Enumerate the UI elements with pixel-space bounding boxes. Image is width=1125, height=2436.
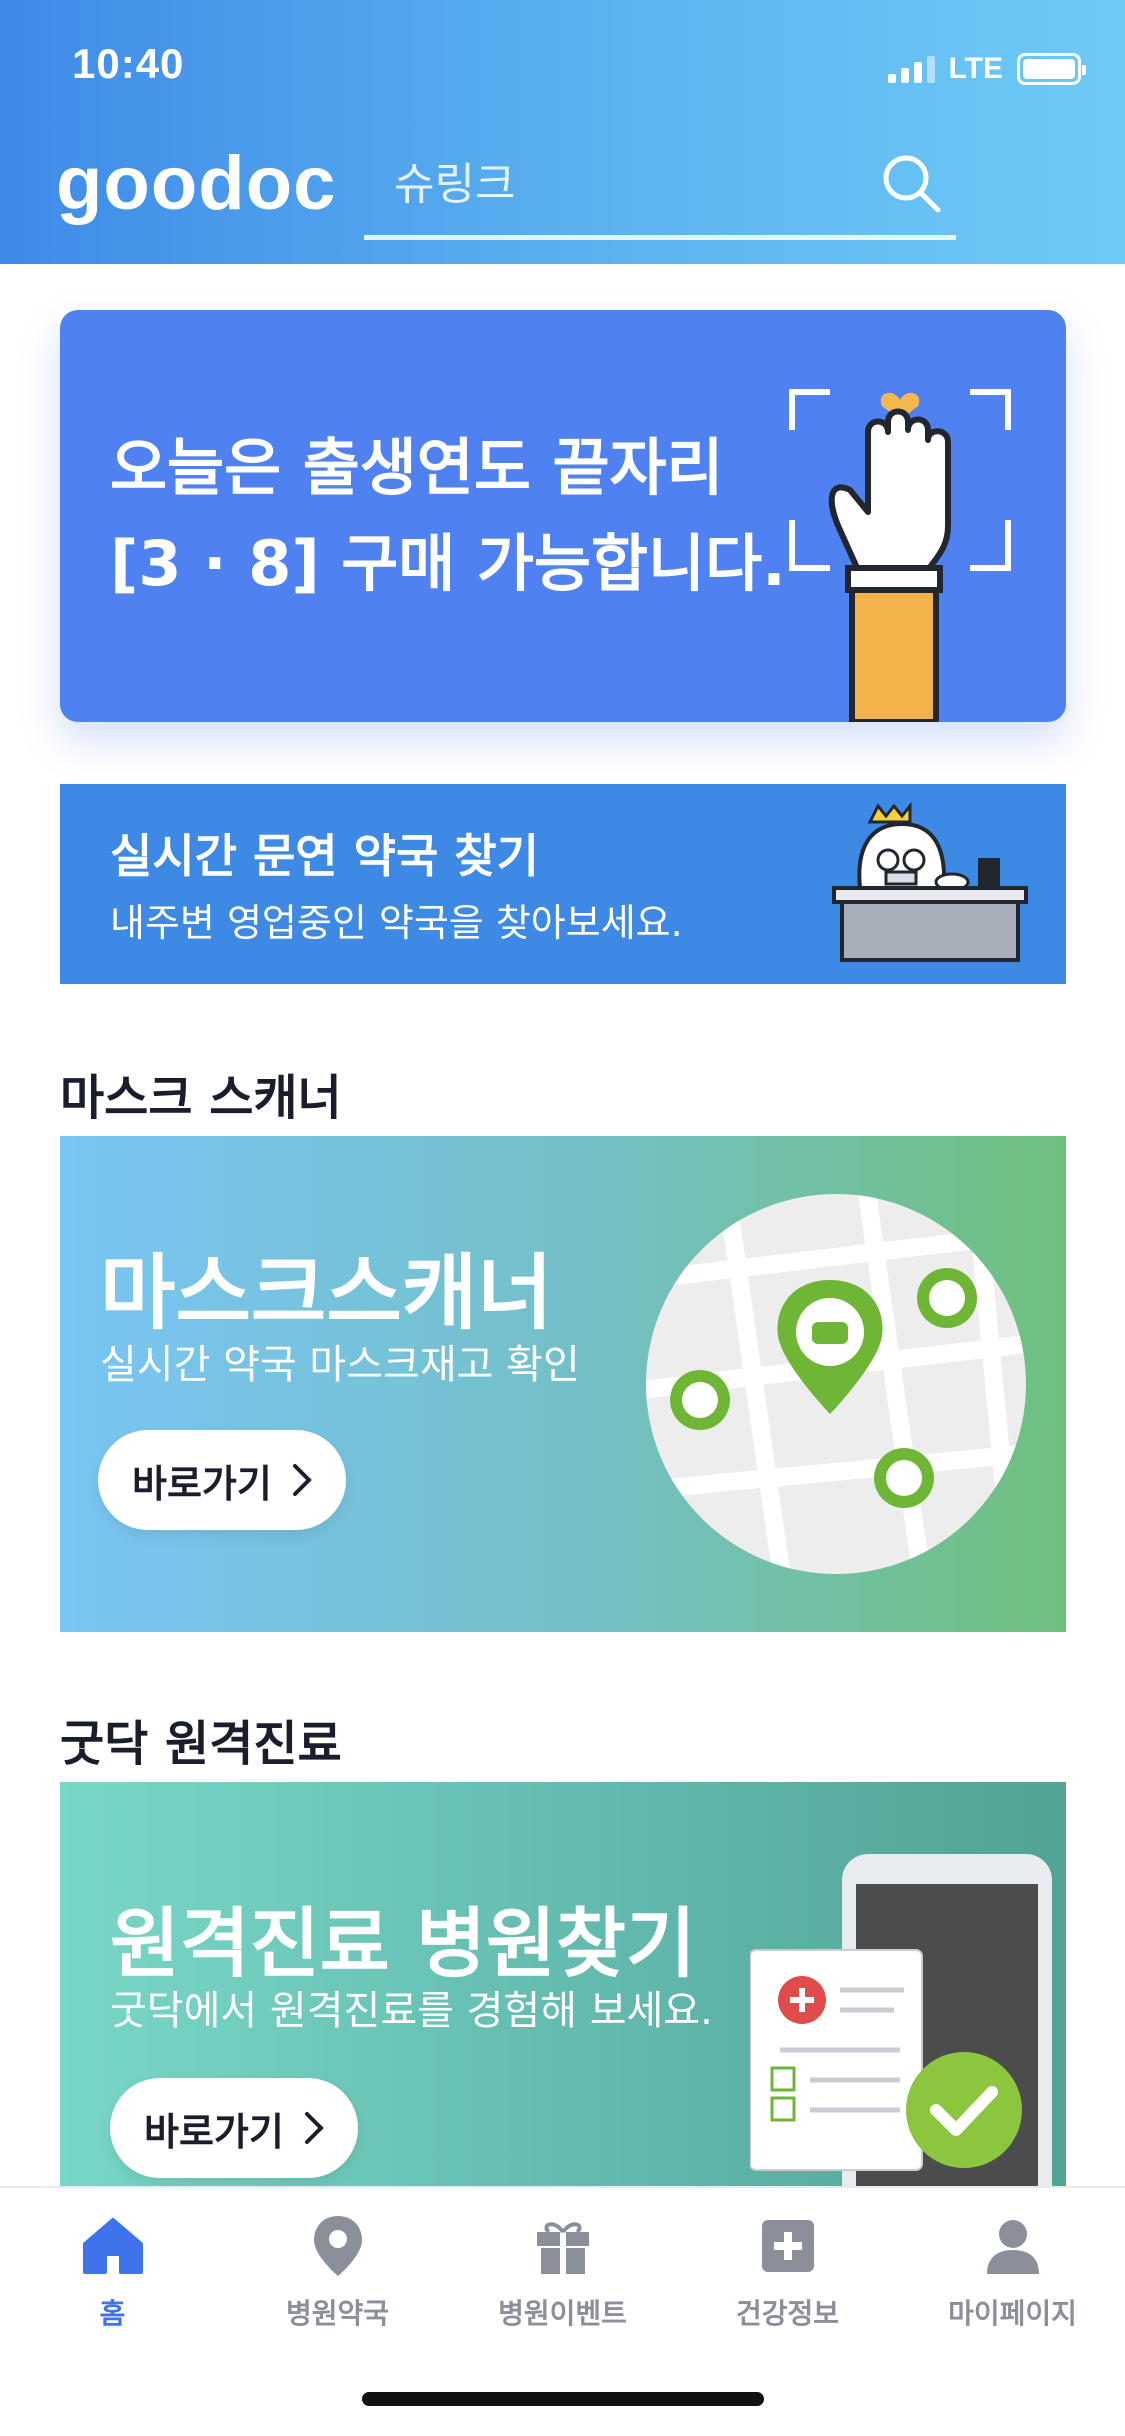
medical-cross-icon [761,2220,814,2272]
header: 10:40 LTE goodoc [0,0,1125,264]
tele-card-title: 원격진료 병원찾기 [110,1899,696,1988]
mask-go-button[interactable]: 바로가기 [98,1430,346,1530]
signal-icon [887,55,935,83]
mask-card-title: 마스크스캐너 [100,1246,553,1341]
app-screen: 10:40 LTE goodoc 오늘은 출생연도 끝자리 [3 · 8] 구매… [0,0,1125,2436]
tab-my-page-label: 마이페이지 [948,2297,1077,2330]
map-illustration [646,1194,1026,1574]
tab-health-info[interactable]: 건강정보 [675,2214,900,2354]
banner-line-2: [3 · 8] 구매 가능합니다. [110,527,786,600]
tele-section-heading: 굿닥 원격진료 [60,1716,342,1772]
battery-icon [1017,53,1086,85]
search-bar[interactable] [364,138,956,240]
mask-section-heading: 마스크 스캐너 [60,1070,342,1126]
tab-my-page[interactable]: 마이페이지 [900,2214,1125,2354]
tab-hospital-pharmacy-label: 병원약국 [285,2297,390,2330]
pharmacy-banner-subtitle: 내주변 영업중인 약국을 찾아보세요. [110,901,683,945]
mask-card-subtitle: 실시간 약국 마스크재고 확인 [100,1342,580,1388]
map-pin-icon [313,2216,362,2276]
home-indicator[interactable] [362,2392,764,2406]
tab-health-info-label: 건강정보 [735,2297,840,2330]
mask-purchase-banner[interactable]: 오늘은 출생연도 끝자리 [3 · 8] 구매 가능합니다. [60,310,1066,722]
gift-icon [536,2222,589,2274]
chevron-right-icon [304,2112,324,2144]
mask-scanner-card[interactable]: 마스크스캐너 실시간 약국 마스크재고 확인 바로가기 [60,1136,1066,1632]
status-indicators: LTE [887,52,1086,86]
tab-hospital-pharmacy[interactable]: 병원약국 [225,2214,450,2354]
home-icon [82,2218,143,2274]
search-icon[interactable] [878,150,944,216]
network-type: LTE [948,52,1003,85]
person-icon [986,2220,1039,2274]
raised-hand-illustration [789,389,1011,722]
tele-go-button[interactable]: 바로가기 [110,2078,358,2178]
tab-hospital-events[interactable]: 병원이벤트 [450,2214,675,2354]
mask-go-button-label: 바로가기 [132,1461,272,1506]
banner-line-1: 오늘은 출생연도 끝자리 [110,431,724,504]
banner-text: 오늘은 출생연도 끝자리 [3 · 8] 구매 가능합니다. [110,420,786,612]
tab-home[interactable]: 홈 [0,2214,225,2354]
tab-hospital-events-label: 병원이벤트 [498,2297,627,2330]
pharmacist-illustration [832,802,1028,962]
search-input[interactable] [394,152,874,216]
goodoc-logo[interactable]: goodoc [56,140,336,227]
tele-card-subtitle: 굿닥에서 원격진료를 경험해 보세요. [110,1988,713,2034]
chevron-right-icon [292,1464,312,1496]
pharmacy-banner-title: 실시간 문연 약국 찾기 [110,829,539,883]
tab-home-label: 홈 [99,2297,126,2330]
tele-go-button-label: 바로가기 [144,2109,284,2154]
status-time: 10:40 [72,40,185,87]
pharmacy-finder-banner[interactable]: 실시간 문연 약국 찾기 내주변 영업중인 약국을 찾아보세요. [60,784,1066,984]
